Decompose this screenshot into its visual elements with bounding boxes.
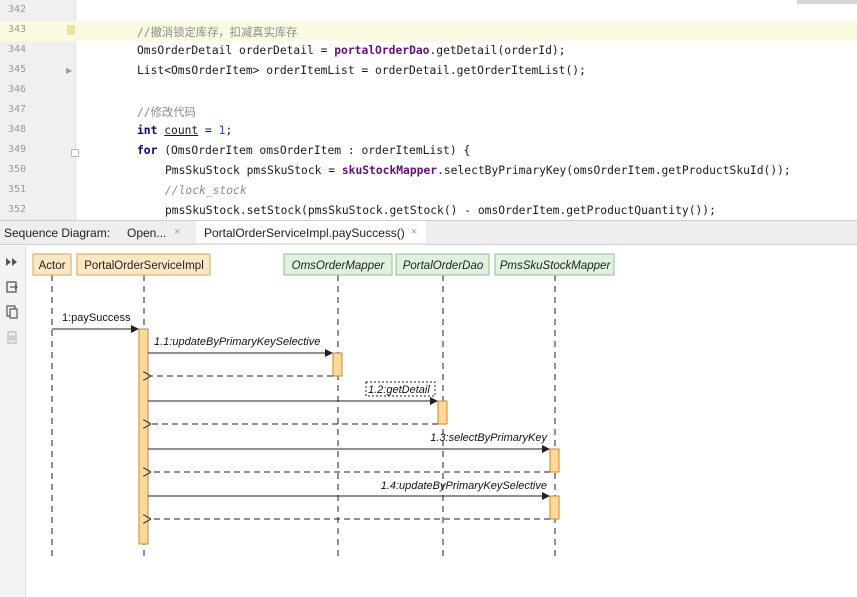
code-comment: //lock_stock	[165, 184, 247, 197]
activation-oms-order-mapper	[332, 352, 343, 377]
participant-oms-order-mapper[interactable]: OmsOrderMapper	[283, 253, 393, 276]
settings-icon[interactable]	[4, 330, 20, 346]
fold-toggle-icon[interactable]	[71, 149, 79, 157]
participant-pms-sku-stock-mapper[interactable]: PmsSkuStockMapper	[494, 253, 615, 276]
code-text: List<OmsOrderItem> orderItemList = order…	[137, 64, 586, 77]
code-text: OmsOrderDetail orderDetail = portalOrder…	[137, 44, 566, 57]
code-line: 350 PmsSkuStock pmsSkuStock = skuStockMa…	[0, 161, 857, 181]
message-label: 1:paySuccess	[62, 312, 131, 324]
participant-label: PmsSkuStockMapper	[500, 260, 612, 272]
code-line: 342	[0, 1, 857, 21]
close-icon[interactable]: ×	[411, 226, 417, 238]
code-editor[interactable]: 342 343 //撤消锁定库存，扣减真实库存 344 OmsOrderDeta…	[0, 0, 857, 220]
code-token: .selectByPrimaryKey(omsOrderItem.getProd…	[437, 164, 791, 177]
sequence-diagram-canvas: Actor PortalOrderServiceImpl OmsOrderMap…	[32, 253, 615, 556]
code-token: (OmsOrderItem omsOrderItem : orderItemLi…	[157, 144, 471, 157]
code-field: skuStockMapper	[341, 164, 438, 177]
diagram-toolbar	[0, 246, 26, 597]
export-icon[interactable]	[4, 279, 20, 295]
line-number: 344	[7, 44, 26, 55]
code-token: PmsSkuStock pmsSkuStock =	[165, 164, 342, 177]
line-number: 351	[7, 184, 26, 195]
bookmark-marker	[67, 25, 75, 35]
tab-label: Open...	[127, 226, 167, 240]
line-number: 352	[7, 204, 26, 215]
message-select-by-primary-key[interactable]: 1.3:selectByPrimaryKey	[148, 432, 550, 472]
code-field: portalOrderDao	[334, 44, 430, 57]
code-line: 351 //lock_stock	[0, 181, 857, 201]
activation-portal-order-service-impl	[138, 328, 149, 545]
line-number: 343	[7, 24, 26, 35]
expand-icon[interactable]	[4, 254, 20, 270]
message-label: 1.4:updateByPrimaryKeySelective	[381, 480, 547, 492]
line-number: 342	[7, 4, 26, 15]
participant-actor[interactable]: Actor	[32, 253, 72, 276]
code-token: ;	[225, 124, 233, 137]
code-keyword: int	[137, 124, 158, 137]
code-comment: //修改代码	[137, 106, 196, 119]
code-line: 344 OmsOrderDetail orderDetail = portalO…	[0, 41, 857, 61]
code-line: 345 ▶ List<OmsOrderItem> orderItemList =…	[0, 61, 857, 81]
line-number: 350	[7, 164, 26, 175]
code-text: pmsSkuStock.setStock(pmsSkuStock.getStoc…	[165, 204, 716, 217]
code-text: for (OmsOrderItem omsOrderItem : orderIt…	[137, 144, 470, 157]
participant-portal-order-dao[interactable]: PortalOrderDao	[395, 253, 490, 276]
sequence-diagram[interactable]: Actor PortalOrderServiceImpl OmsOrderMap…	[26, 246, 857, 597]
code-line-current: 343 //撤消锁定库存，扣减真实库存	[0, 21, 857, 41]
code-line: 348 int count = 1;	[0, 121, 857, 141]
participant-label: PortalOrderServiceImpl	[84, 260, 204, 272]
message-pay-success[interactable]: 1:paySuccess	[52, 312, 139, 333]
message-update-by-primary-key-selective-1[interactable]: 1.1:updateByPrimaryKeySelective	[148, 336, 333, 376]
gutter-arrow-icon: ▶	[66, 66, 73, 75]
code-line: 347 //修改代码	[0, 101, 857, 121]
code-line: 352 pmsSkuStock.setStock(pmsSkuStock.get…	[0, 201, 857, 220]
code-line: 346	[0, 81, 857, 101]
activation-pms-sku-stock-mapper-2	[549, 495, 560, 520]
message-update-by-primary-key-selective-2[interactable]: 1.4:updateByPrimaryKeySelective	[148, 480, 550, 519]
code-keyword: for	[137, 144, 158, 157]
code-line: 349 for (OmsOrderItem omsOrderItem : ord…	[0, 141, 857, 161]
message-label: 1.3:selectByPrimaryKey	[430, 432, 548, 444]
code-text: int count = 1;	[137, 124, 232, 137]
copy-icon[interactable]	[4, 304, 20, 320]
participant-portal-order-service-impl[interactable]: PortalOrderServiceImpl	[76, 253, 211, 276]
message-get-detail[interactable]: 1.2:getDetail	[148, 381, 438, 424]
code-variable: count	[164, 124, 199, 137]
participant-label: OmsOrderMapper	[292, 260, 386, 272]
message-label: 1.1:updateByPrimaryKeySelective	[154, 336, 320, 348]
code-token: OmsOrderDetail orderDetail =	[137, 44, 335, 57]
tab-label: PortalOrderServiceImpl.paySuccess()	[204, 226, 405, 240]
line-number: 349	[7, 144, 26, 155]
activation-portal-order-dao	[437, 400, 448, 425]
code-token: =	[198, 124, 219, 137]
activation-pms-sku-stock-mapper-1	[549, 448, 560, 473]
participant-label: PortalOrderDao	[403, 260, 484, 272]
line-number: 345	[7, 64, 26, 75]
code-comment: //撤消锁定库存，扣减真实库存	[137, 26, 298, 39]
close-icon[interactable]: ×	[174, 226, 180, 238]
code-text: PmsSkuStock pmsSkuStock = skuStockMapper…	[165, 164, 791, 177]
tab-open[interactable]: Open... ×	[122, 221, 194, 245]
code-token: .getDetail(orderId);	[429, 44, 566, 57]
line-number: 347	[7, 104, 26, 115]
tool-window-title: Sequence Diagram:	[4, 226, 111, 240]
message-label: 1.2:getDetail	[368, 384, 430, 396]
line-number: 346	[7, 84, 26, 95]
participant-label: Actor	[39, 260, 66, 272]
tab-pay-success[interactable]: PortalOrderServiceImpl.paySuccess() ×	[196, 221, 426, 245]
sequence-diagram-tabbar: Sequence Diagram: Open... × PortalOrderS…	[0, 220, 857, 245]
line-number: 348	[7, 124, 26, 135]
